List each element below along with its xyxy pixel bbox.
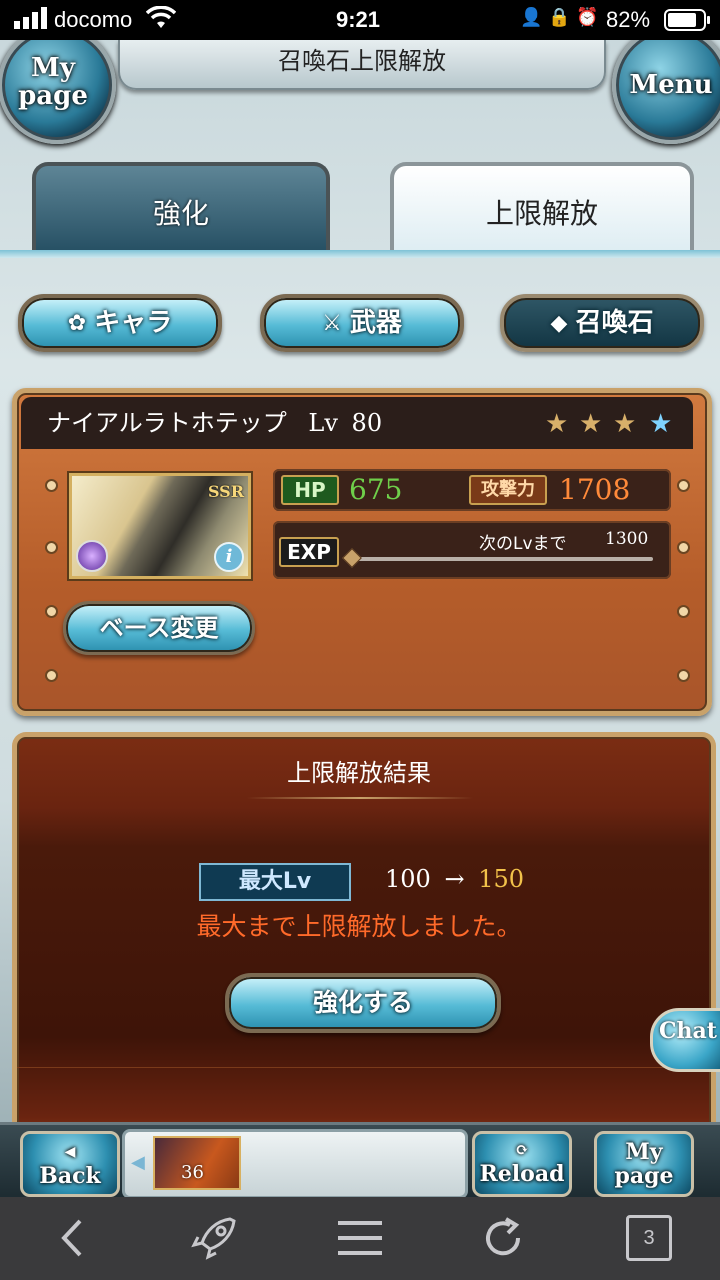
stats-box: HP 675 攻撃力 1708 bbox=[273, 469, 671, 511]
level-label: Lv bbox=[308, 409, 338, 437]
bottom-mypage-label: My page bbox=[614, 1139, 674, 1189]
carrier-name: docomo bbox=[54, 7, 133, 32]
info-icon[interactable]: i bbox=[214, 542, 244, 572]
quest-thumbnail[interactable]: 36 bbox=[153, 1136, 241, 1190]
tab-uncap[interactable]: 上限解放 bbox=[390, 162, 694, 256]
rivet bbox=[45, 541, 58, 554]
next-level-label: 次のLvまで bbox=[479, 534, 567, 554]
star-icon: ★ bbox=[545, 409, 569, 439]
reload-label: Reload bbox=[479, 1161, 565, 1187]
rivet bbox=[45, 605, 58, 618]
quest-counter: 36 bbox=[181, 1162, 204, 1183]
crystal-icon: ◆ bbox=[550, 311, 568, 336]
rivet bbox=[45, 669, 58, 682]
chat-button[interactable]: Chat bbox=[650, 1008, 720, 1072]
star-icon: ★ bbox=[613, 409, 637, 439]
tabs-count-button[interactable]: 3 bbox=[626, 1215, 672, 1261]
blue-star-icon: ★ bbox=[649, 409, 673, 439]
atk-value: 1708 bbox=[559, 473, 631, 506]
category-chara-button[interactable]: ✿ キャラ bbox=[18, 294, 222, 352]
back-arrow-icon: ◀ bbox=[64, 1144, 76, 1160]
summon-name: ナイアルラトホテップ bbox=[47, 409, 287, 437]
battery-percent: 82% bbox=[606, 7, 651, 32]
exp-tag: EXP bbox=[279, 537, 339, 567]
next-level-exp: 1300 bbox=[605, 529, 649, 549]
menu-lines-icon[interactable] bbox=[338, 1219, 382, 1261]
enhance-button[interactable]: 強化する bbox=[225, 973, 501, 1033]
rivet bbox=[45, 479, 58, 492]
person-icon: 👤 bbox=[520, 7, 543, 27]
max-lv-from: 100 bbox=[385, 865, 431, 893]
rivet bbox=[677, 479, 690, 492]
menu-button[interactable]: Menu bbox=[612, 40, 720, 144]
clock: 9:21 bbox=[336, 7, 381, 32]
panel-divider bbox=[17, 1067, 701, 1068]
status-bar: docomo 9:21 👤 🔒 ⏰ 82% bbox=[0, 0, 720, 40]
rivet bbox=[677, 605, 690, 618]
category-weapon-button[interactable]: ⚔ 武器 bbox=[260, 294, 464, 352]
flower-icon: ✿ bbox=[67, 311, 87, 336]
hp-value: 675 bbox=[349, 473, 403, 506]
game-screen: 召喚石上限解放 My page Menu 強化 上限解放 ✿ キャラ ⚔ 武器 ◆ 召… bbox=[0, 40, 720, 1125]
reload-icon: ⟳ bbox=[515, 1140, 529, 1159]
crossed-swords-icon: ⚔ bbox=[322, 311, 342, 336]
summon-header: ナイアルラトホテップ Lv 80 ★ ★ ★ ★ bbox=[21, 397, 693, 449]
rocket-icon[interactable] bbox=[190, 1215, 238, 1265]
scroll-left-icon[interactable]: ◀ bbox=[131, 1152, 145, 1173]
category-summon-label: 召喚石 bbox=[575, 308, 654, 338]
exp-bar bbox=[353, 557, 653, 561]
dark-element-icon bbox=[76, 540, 108, 572]
base-change-button[interactable]: ベース変更 bbox=[63, 601, 255, 655]
quest-tray[interactable]: ◀ 36 bbox=[122, 1129, 468, 1199]
result-panel: 上限解放結果 最大Lv 100 → 150 最大まで上限解放しました。 強化する bbox=[12, 732, 716, 1125]
title-divider bbox=[247, 797, 473, 799]
max-lv-tag: 最大Lv bbox=[199, 863, 351, 901]
battery-icon bbox=[664, 9, 712, 37]
reload-page-icon[interactable] bbox=[480, 1215, 526, 1265]
rivet bbox=[677, 669, 690, 682]
max-lv-to: 150 bbox=[478, 865, 525, 893]
category-summon-button[interactable]: ◆ 召喚石 bbox=[500, 294, 704, 352]
result-message: 最大まで上限解放しました。 bbox=[196, 912, 522, 941]
browser-toolbar: 3 bbox=[0, 1197, 720, 1280]
mypage-button[interactable]: My page bbox=[0, 40, 116, 144]
wifi-icon bbox=[145, 5, 177, 36]
orientation-lock-icon: 🔒 bbox=[548, 7, 571, 27]
result-title: 上限解放結果 bbox=[287, 759, 431, 787]
game-bottom-bar: ◀ Back ◀ 36 ⟳ Reload My page bbox=[0, 1122, 720, 1200]
exp-marker bbox=[342, 548, 362, 568]
summon-level: 80 bbox=[351, 409, 383, 437]
page-title: 召喚石上限解放 bbox=[118, 40, 606, 90]
atk-tag: 攻撃力 bbox=[469, 475, 547, 505]
rivet bbox=[677, 541, 690, 554]
tab-underline bbox=[0, 250, 720, 258]
signal-icon bbox=[14, 7, 50, 35]
back-icon[interactable] bbox=[56, 1217, 88, 1263]
max-lv-change: 100 → 150 bbox=[385, 865, 524, 893]
alarm-icon: ⏰ bbox=[576, 7, 599, 27]
category-weapon-label: 武器 bbox=[349, 308, 402, 338]
category-chara-label: キャラ bbox=[94, 308, 173, 338]
summon-panel: ナイアルラトホテップ Lv 80 ★ ★ ★ ★ SSR i HP 675 攻撃… bbox=[12, 388, 712, 716]
tab-enhance[interactable]: 強化 bbox=[32, 162, 330, 256]
back-button[interactable]: ◀ Back bbox=[20, 1131, 120, 1197]
chat-label: Chat bbox=[659, 1018, 717, 1044]
hp-tag: HP bbox=[281, 475, 339, 505]
bottom-mypage-button[interactable]: My page bbox=[594, 1131, 694, 1197]
reload-button[interactable]: ⟳ Reload bbox=[472, 1131, 572, 1197]
back-label: Back bbox=[39, 1163, 101, 1189]
rarity-badge: SSR bbox=[207, 482, 244, 501]
exp-box: EXP 次のLvまで 1300 bbox=[273, 521, 671, 579]
star-icon: ★ bbox=[579, 409, 603, 439]
summon-portrait[interactable]: SSR i bbox=[69, 473, 251, 579]
arrow-right-icon: → bbox=[444, 865, 465, 893]
